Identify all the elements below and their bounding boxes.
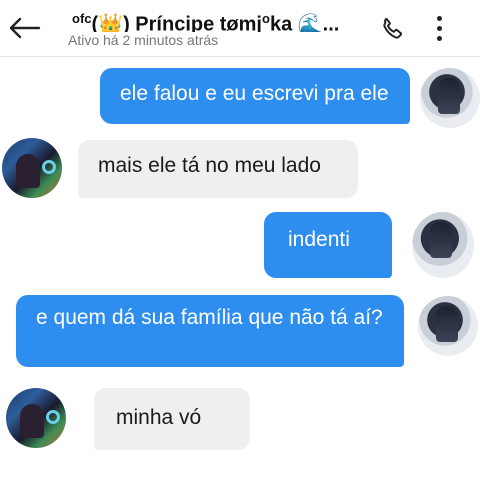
self-avatar[interactable] [420, 68, 480, 128]
more-vert-icon[interactable] [424, 10, 454, 46]
menu-dot [436, 35, 442, 41]
back-button[interactable] [4, 8, 44, 48]
self-avatar[interactable] [418, 296, 478, 356]
activity-status: Ativo há 2 minutos atrás [68, 32, 219, 48]
title-ellipsis: ... [322, 13, 340, 32]
title-prefix: ofc [72, 11, 92, 26]
self-avatar[interactable] [412, 212, 474, 278]
contact-avatar[interactable] [2, 138, 62, 198]
arrow-left-icon [9, 17, 41, 39]
contact-avatar[interactable] [6, 388, 66, 448]
message-bubble-incoming[interactable]: mais ele tá no meu lado [78, 140, 358, 198]
title-name-end: ka [269, 13, 293, 32]
crown-icon: 👑 [98, 13, 124, 32]
chat-header: ofc(👑) Príncipe tømjoka 🌊... Ativo há 2 … [0, 0, 480, 57]
parenthesis-glyph: ) [123, 13, 136, 32]
message-bubble-outgoing[interactable]: indenti [264, 212, 392, 278]
message-bubble-outgoing[interactable]: e quem dá sua família que não tá aí? [16, 295, 404, 367]
title-name: Príncipe tømj [135, 13, 262, 32]
message-bubble-incoming[interactable]: minha vó [94, 388, 250, 450]
title-sup: o [262, 11, 270, 26]
menu-dot [436, 15, 442, 21]
wave-icon: 🌊 [297, 13, 323, 32]
menu-dot [436, 25, 442, 31]
phone-icon [383, 17, 403, 39]
contact-name[interactable]: ofc(👑) Príncipe tømjoka 🌊... [72, 6, 362, 32]
call-button[interactable] [376, 12, 410, 46]
message-bubble-outgoing[interactable]: ele falou e eu escrevi pra ele [100, 68, 410, 124]
